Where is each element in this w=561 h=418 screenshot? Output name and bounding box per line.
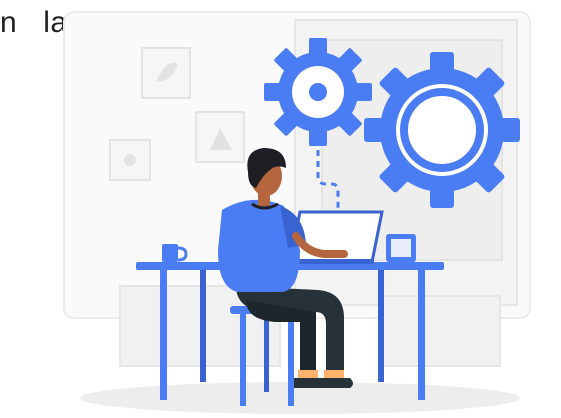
wall-frame-triangle [195,111,245,163]
wall-frame-leaf [141,47,191,99]
gear-icon [364,52,520,208]
gear-icon [264,38,372,146]
tablet-icon [386,234,416,262]
workspace-illustration [63,11,531,414]
wall-frame-dot [109,139,151,181]
